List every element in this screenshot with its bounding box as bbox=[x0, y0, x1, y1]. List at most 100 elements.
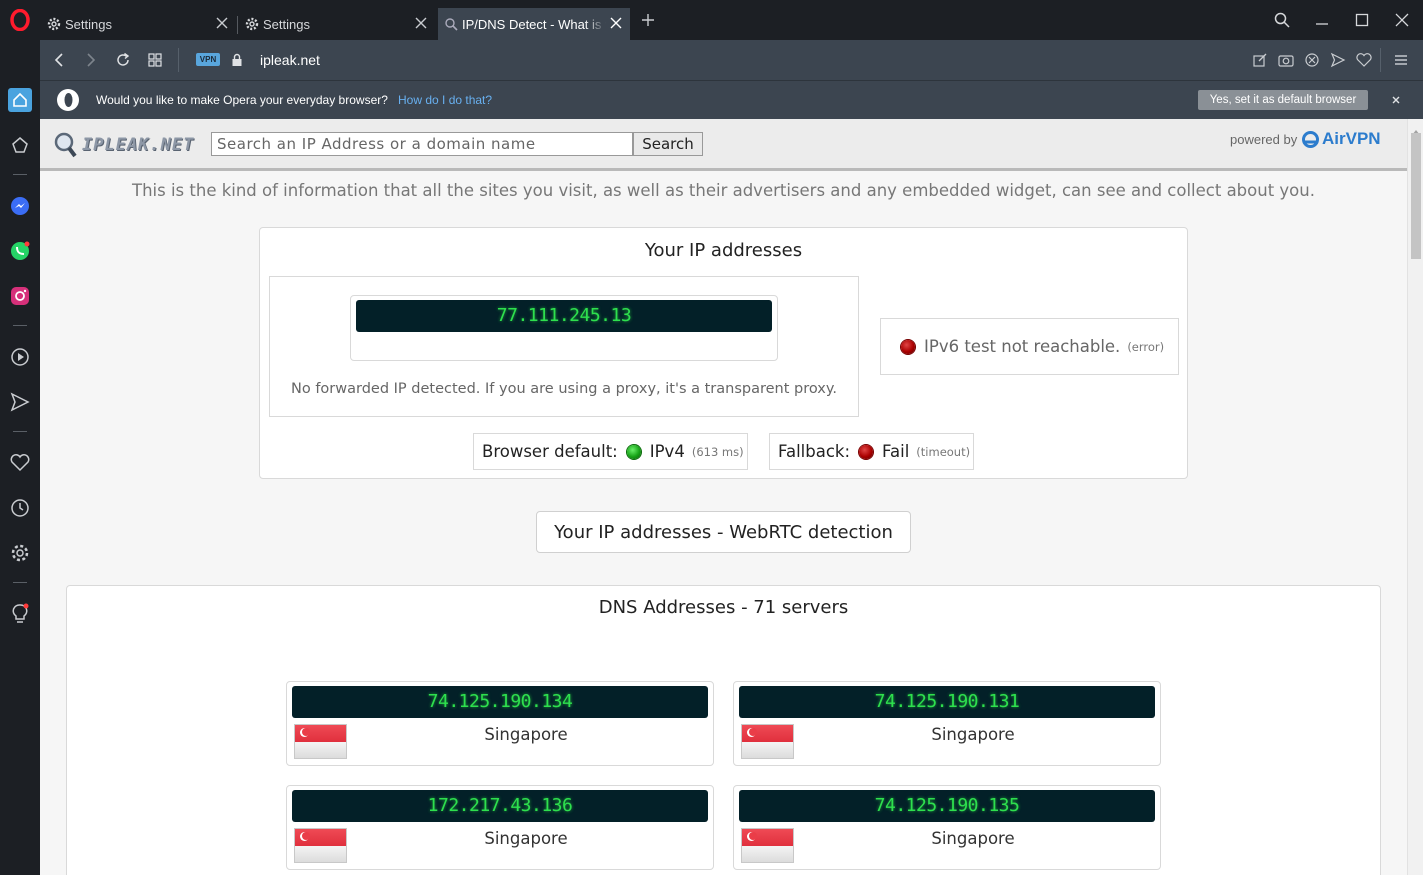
tabs-grid-icon[interactable] bbox=[144, 50, 166, 70]
magnifier-logo-icon bbox=[54, 131, 78, 159]
url-text[interactable]: ipleak.net bbox=[260, 52, 320, 68]
ipv4-card: 77.111.245.13 bbox=[350, 295, 778, 361]
opera-menu-icon[interactable] bbox=[8, 8, 32, 32]
easy-setup-menu-icon[interactable] bbox=[1390, 50, 1412, 70]
scrollbar-thumb[interactable] bbox=[1411, 133, 1421, 259]
pinboards-icon[interactable] bbox=[8, 133, 32, 157]
opera-logo-icon bbox=[56, 88, 80, 117]
dns-ip-display[interactable]: 74.125.190.134 bbox=[292, 686, 708, 718]
instagram-icon[interactable] bbox=[8, 284, 32, 308]
dns-country: Singapore bbox=[931, 725, 1015, 744]
ipv6-status-detail: (error) bbox=[1127, 339, 1165, 354]
forward-arrow-icon[interactable] bbox=[80, 50, 102, 70]
sidebar-divider bbox=[13, 582, 27, 583]
tab-title: Settings bbox=[263, 16, 310, 32]
search-input[interactable] bbox=[211, 132, 633, 156]
ipv6-status-text: IPv6 test not reachable. bbox=[924, 337, 1121, 356]
dns-server-card: 74.125.190.131 Singapore bbox=[733, 681, 1161, 766]
dns-server-card: 74.125.190.134 Singapore bbox=[286, 681, 714, 766]
ipv4-address-display[interactable]: 77.111.245.13 bbox=[356, 300, 772, 332]
flow-icon[interactable] bbox=[8, 390, 32, 414]
tab-divider bbox=[237, 16, 238, 34]
airvpn-logo[interactable]: AirVPN bbox=[1302, 129, 1381, 149]
history-clock-icon[interactable] bbox=[8, 496, 32, 520]
dns-ip-display[interactable]: 74.125.190.135 bbox=[739, 790, 1155, 822]
fallback-detail: (timeout) bbox=[916, 444, 971, 459]
reload-icon[interactable] bbox=[112, 50, 134, 70]
bookmarks-heart-icon[interactable] bbox=[8, 451, 32, 475]
web-page: IPLEAK.NET Search powered by AirVPN This… bbox=[40, 119, 1407, 875]
airvpn-logo-text: AirVPN bbox=[1322, 129, 1381, 148]
ipleak-favicon-icon bbox=[444, 17, 458, 31]
settings-gear-icon[interactable] bbox=[8, 541, 32, 565]
snapshot-camera-icon[interactable] bbox=[1275, 50, 1297, 70]
webrtc-detection-button[interactable]: Your IP addresses - WebRTC detection bbox=[536, 511, 911, 553]
ipv4-box: 77.111.245.13 No forwarded IP detected. … bbox=[269, 276, 859, 417]
close-window-icon[interactable] bbox=[1391, 9, 1413, 31]
tips-lightbulb-icon[interactable] bbox=[8, 602, 32, 626]
edit-share-icon[interactable] bbox=[1249, 50, 1271, 70]
dns-country: Singapore bbox=[484, 829, 568, 848]
adblock-icon[interactable] bbox=[1301, 50, 1323, 70]
ip-addresses-panel: Your IP addresses 77.111.245.13 No forwa… bbox=[259, 227, 1188, 479]
tab-title: IP/DNS Detect - What is yo bbox=[462, 16, 606, 32]
gear-icon bbox=[245, 17, 259, 31]
tab-settings-2[interactable]: Settings bbox=[241, 8, 435, 40]
fallback-status: Fallback: Fail (timeout) bbox=[769, 433, 974, 470]
back-arrow-icon[interactable] bbox=[48, 50, 70, 70]
close-banner-icon[interactable] bbox=[1388, 92, 1404, 108]
browser-default-label: Browser default: bbox=[482, 442, 618, 461]
airvpn-logo-icon bbox=[1302, 130, 1319, 148]
speed-dial-icon[interactable] bbox=[8, 88, 32, 112]
close-tab-icon[interactable] bbox=[413, 15, 429, 31]
fallback-label: Fallback: bbox=[778, 442, 851, 461]
dns-section-title: DNS Addresses - 71 servers bbox=[598, 597, 849, 618]
dns-ip-display[interactable]: 74.125.190.131 bbox=[739, 686, 1155, 718]
ipv6-status-box: IPv6 test not reachable. (error) bbox=[880, 318, 1179, 375]
vpn-badge[interactable]: VPN bbox=[196, 53, 220, 66]
opera-sidebar bbox=[0, 0, 40, 875]
bookmark-heart-icon[interactable] bbox=[1353, 50, 1375, 70]
toolbar-divider bbox=[1380, 48, 1381, 72]
default-browser-banner: Would you like to make Opera your everyd… bbox=[40, 80, 1423, 119]
powered-by-label: powered by bbox=[1230, 132, 1298, 147]
messenger-icon[interactable] bbox=[8, 194, 32, 218]
fallback-value: Fail bbox=[882, 442, 910, 461]
ipleak-logo[interactable]: IPLEAK.NET bbox=[54, 131, 194, 159]
sidebar-divider bbox=[13, 174, 27, 175]
error-status-dot-icon bbox=[901, 339, 915, 354]
dns-ip-display[interactable]: 172.217.43.136 bbox=[292, 790, 708, 822]
search-button[interactable]: Search bbox=[633, 132, 703, 156]
search-tabs-icon[interactable] bbox=[1271, 9, 1293, 31]
logo-text: IPLEAK.NET bbox=[82, 135, 195, 155]
error-status-dot-icon bbox=[859, 444, 874, 459]
intro-text: This is the kind of information that all… bbox=[132, 181, 1315, 200]
new-tab-plus-icon[interactable] bbox=[637, 9, 659, 31]
sidebar-divider bbox=[13, 431, 27, 432]
ip-section-title: Your IP addresses bbox=[644, 240, 803, 261]
dns-server-card: 172.217.43.136 Singapore bbox=[286, 785, 714, 870]
dns-country: Singapore bbox=[484, 725, 568, 744]
browser-default-detail: (613 ms) bbox=[691, 444, 744, 459]
banner-help-link[interactable]: How do I do that? bbox=[398, 93, 492, 107]
set-default-browser-button[interactable]: Yes, set it as default browser bbox=[1198, 90, 1368, 110]
send-to-flow-icon[interactable] bbox=[1327, 50, 1349, 70]
maximize-window-icon[interactable] bbox=[1351, 9, 1373, 31]
minimize-window-icon[interactable] bbox=[1311, 9, 1333, 31]
player-icon[interactable] bbox=[8, 345, 32, 369]
page-scrollbar[interactable] bbox=[1407, 119, 1423, 875]
whatsapp-icon[interactable] bbox=[8, 239, 32, 263]
address-bar: VPN ipleak.net bbox=[40, 40, 1423, 80]
browser-default-value: IPv4 bbox=[649, 442, 685, 461]
lock-icon[interactable] bbox=[226, 50, 248, 70]
close-tab-icon[interactable] bbox=[608, 15, 624, 31]
close-tab-icon[interactable] bbox=[214, 15, 230, 31]
forwarded-ip-note: No forwarded IP detected. If you are usi… bbox=[291, 381, 837, 397]
tab-title: Settings bbox=[65, 16, 112, 32]
tab-ipleak[interactable]: IP/DNS Detect - What is yo bbox=[438, 8, 630, 40]
banner-message: Would you like to make Opera your everyd… bbox=[96, 93, 388, 107]
toolbar-divider bbox=[178, 48, 179, 72]
tab-settings-1[interactable]: Settings bbox=[40, 8, 236, 40]
dns-country: Singapore bbox=[931, 829, 1015, 848]
gear-icon bbox=[47, 17, 61, 31]
